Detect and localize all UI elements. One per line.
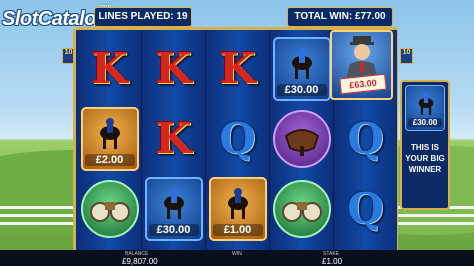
bookie-prize: £63.00 bbox=[339, 73, 387, 95]
reel-symbol: K bbox=[206, 34, 269, 104]
reel-symbol: £1.00 bbox=[206, 174, 269, 244]
saddle-symbol bbox=[272, 110, 331, 168]
reel-2: K K £30.00 bbox=[142, 30, 206, 250]
binoculars-icon bbox=[281, 202, 322, 222]
reel-symbol: £30.00 bbox=[270, 34, 333, 104]
reel-1: K £2.00 bbox=[78, 30, 142, 250]
symbol-prize: £30.00 bbox=[276, 84, 327, 96]
total-win-display: TOTAL WIN: £77.00 bbox=[287, 7, 393, 27]
binoculars-symbol bbox=[272, 180, 331, 238]
reel-symbol bbox=[270, 104, 333, 174]
letter-k-symbol: K bbox=[155, 114, 192, 163]
bookie-symbol: £63.00 bbox=[330, 30, 393, 100]
letter-k-symbol: K bbox=[219, 44, 256, 93]
balance-value: £9,807.00 bbox=[122, 257, 158, 266]
horse-jockey-icon bbox=[227, 188, 248, 219]
reel-3: K Q £1.00 bbox=[206, 30, 270, 250]
reel-symbol bbox=[270, 174, 333, 244]
reel-symbol: K bbox=[142, 104, 205, 174]
symbol-prize: £30.00 bbox=[148, 224, 199, 236]
big-winner-horse-symbol: £30.00 bbox=[405, 85, 445, 131]
letter-q-symbol: Q bbox=[347, 114, 384, 163]
footer-bar: BALANCE £9,807.00 WIN STAKE £1.00 bbox=[0, 250, 474, 266]
horse-jockey-icon bbox=[418, 92, 434, 115]
letter-k-symbol: K bbox=[155, 44, 192, 93]
reel-symbol bbox=[78, 174, 141, 244]
letter-q-symbol: Q bbox=[219, 114, 256, 163]
horse-symbol: £30.00 bbox=[144, 177, 203, 241]
lines-played-display: LINES PLAYED: 19 bbox=[94, 7, 192, 27]
win-label: WIN bbox=[232, 251, 242, 257]
binoculars-symbol bbox=[80, 180, 139, 238]
horse-symbol: £30.00 bbox=[272, 37, 331, 101]
big-winner-panel: £30.00 THIS IS YOUR BIG WINNER bbox=[400, 80, 450, 210]
binoculars-icon bbox=[89, 202, 130, 222]
horse-jockey-icon bbox=[291, 48, 312, 79]
reel-4: £30.00 bbox=[270, 30, 334, 250]
bookie-character-icon bbox=[346, 36, 378, 80]
letter-q-symbol: Q bbox=[347, 184, 384, 233]
reel-symbol: K bbox=[142, 34, 205, 104]
lines-played-value: 19 bbox=[176, 11, 188, 22]
reel-symbol: £30.00 bbox=[142, 174, 205, 244]
total-win-value: £77.00 bbox=[354, 11, 386, 22]
reel-symbol: Q bbox=[206, 104, 269, 174]
big-winner-message: THIS IS YOUR BIG WINNER bbox=[405, 143, 445, 174]
lines-played-label: LINES PLAYED: bbox=[98, 11, 174, 22]
saddle-icon bbox=[284, 129, 319, 156]
reel-symbol: Q bbox=[334, 104, 397, 174]
big-winner-prize: £30.00 bbox=[408, 118, 442, 127]
total-win-label: TOTAL WIN: bbox=[294, 11, 353, 22]
horse-symbol: £1.00 bbox=[208, 177, 267, 241]
letter-k-symbol: K bbox=[91, 44, 128, 93]
symbol-prize: £1.00 bbox=[212, 224, 263, 236]
horse-symbol: £2.00 bbox=[80, 107, 139, 171]
reel-symbol: £2.00 bbox=[78, 104, 141, 174]
reel-symbol: K bbox=[78, 34, 141, 104]
horse-jockey-icon bbox=[99, 118, 120, 149]
symbol-prize: £2.00 bbox=[84, 154, 135, 166]
stake-value: £1.00 bbox=[322, 257, 343, 266]
horse-jockey-icon bbox=[163, 188, 184, 219]
winline-badge-right: 10 bbox=[400, 48, 413, 64]
reel-symbol: Q bbox=[334, 174, 397, 244]
